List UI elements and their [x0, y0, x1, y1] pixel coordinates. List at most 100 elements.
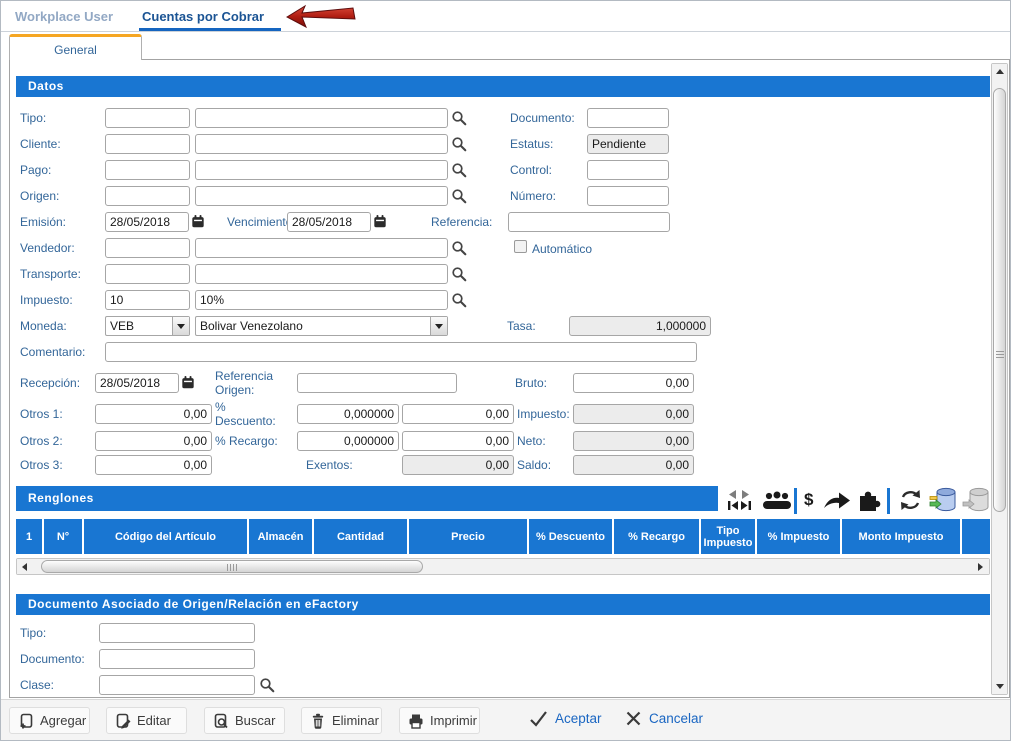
- grid-col-tipo-impuesto[interactable]: Tipo Impuesto: [701, 519, 755, 554]
- grid-col-numero[interactable]: N°: [44, 519, 82, 554]
- edit-document-icon: [115, 713, 131, 729]
- moneda-desc-select[interactable]: Bolivar Venezolano: [195, 316, 448, 336]
- neto-input: [573, 431, 694, 451]
- tipo-code-input[interactable]: [105, 108, 190, 128]
- emision-date-input[interactable]: [105, 212, 189, 232]
- grid-col-monto-impuesto[interactable]: Monto Impuesto: [842, 519, 960, 554]
- vendedor-label: Vendedor:: [20, 241, 75, 255]
- aceptar-button[interactable]: Aceptar: [529, 710, 602, 727]
- control-input[interactable]: [587, 160, 669, 180]
- pago-code-input[interactable]: [105, 160, 190, 180]
- vencimiento-calendar-icon[interactable]: [373, 214, 387, 229]
- tab-general[interactable]: General: [9, 34, 142, 60]
- hscroll-right-button[interactable]: [972, 559, 989, 574]
- section-header-asociado: Documento Asociado de Origen/Relación en…: [16, 594, 990, 615]
- estatus-input: [587, 134, 669, 154]
- vscroll-down-button[interactable]: [992, 678, 1007, 694]
- hscroll-thumb[interactable]: [41, 560, 423, 573]
- impuesto-search-icon[interactable]: [451, 292, 467, 308]
- tipo-desc-input[interactable]: [195, 108, 448, 128]
- tipo-search-icon[interactable]: [451, 110, 467, 126]
- impuesto-code-input[interactable]: [105, 290, 190, 310]
- transporte-desc-input[interactable]: [195, 264, 448, 284]
- grid-col-precio[interactable]: Precio: [409, 519, 527, 554]
- asociado-clase-search-icon[interactable]: [259, 677, 275, 693]
- grid-col-pct-impuesto[interactable]: % Impuesto: [757, 519, 840, 554]
- hscroll-left-button[interactable]: [17, 559, 34, 574]
- grid-nav-arrows-icon[interactable]: [724, 488, 756, 512]
- pago-desc-input[interactable]: [195, 160, 448, 180]
- moneda-desc-value: Bolivar Venezolano: [200, 319, 303, 333]
- grid-col-cantidad[interactable]: Cantidad: [314, 519, 407, 554]
- numero-input[interactable]: [587, 186, 669, 206]
- cliente-search-icon[interactable]: [451, 136, 467, 152]
- numero-label: Número:: [510, 189, 556, 203]
- transporte-code-input[interactable]: [105, 264, 190, 284]
- origen-code-input[interactable]: [105, 186, 190, 206]
- editar-button[interactable]: Editar: [106, 707, 187, 734]
- puzzle-icon[interactable]: [856, 488, 882, 512]
- asociado-documento-input[interactable]: [99, 649, 255, 669]
- referencia-input[interactable]: [508, 212, 670, 232]
- refresh-icon[interactable]: [898, 489, 923, 511]
- imprimir-button[interactable]: Imprimir: [399, 707, 480, 734]
- vscroll-thumb[interactable]: [993, 88, 1006, 512]
- grid-col-almacen[interactable]: Almacén: [249, 519, 312, 554]
- grid-col-codigo-articulo[interactable]: Código del Artículo: [84, 519, 247, 554]
- vendedor-search-icon[interactable]: [451, 240, 467, 256]
- dollar-icon[interactable]: $: [804, 490, 813, 510]
- comentario-input[interactable]: [105, 342, 697, 362]
- vscroll-up-button[interactable]: [992, 64, 1007, 80]
- tab-workplace-user[interactable]: Workplace User: [15, 9, 113, 24]
- section-header-renglones: Renglones: [16, 486, 718, 511]
- grid-horizontal-scrollbar[interactable]: [16, 558, 990, 575]
- origen-desc-input[interactable]: [195, 186, 448, 206]
- origen-search-icon[interactable]: [451, 188, 467, 204]
- moneda-desc-dropdown-icon[interactable]: [430, 317, 447, 335]
- otros1-input[interactable]: [95, 404, 212, 424]
- cliente-desc-input[interactable]: [195, 134, 448, 154]
- otros3-input[interactable]: [95, 455, 212, 475]
- pago-search-icon[interactable]: [451, 162, 467, 178]
- grid-col-pct-descuento[interactable]: % Descuento: [529, 519, 612, 554]
- agregar-button[interactable]: Agregar: [9, 707, 90, 734]
- automatico-checkbox[interactable]: [514, 240, 527, 253]
- moneda-code-select[interactable]: VEB: [105, 316, 190, 336]
- asociado-clase-input[interactable]: [99, 675, 255, 695]
- forward-arrow-icon[interactable]: [823, 491, 851, 510]
- form-panel: Datos Tipo: Cliente: Pago: Origen: Emisi…: [9, 59, 1010, 698]
- emision-calendar-icon[interactable]: [191, 214, 205, 229]
- cancelar-button[interactable]: Cancelar: [625, 710, 703, 727]
- vendedor-desc-input[interactable]: [195, 238, 448, 258]
- pct-recargo-input[interactable]: [297, 431, 399, 451]
- vencimiento-date-input[interactable]: [287, 212, 371, 232]
- pct-descuento-input[interactable]: [297, 404, 399, 424]
- monto-descuento-input[interactable]: [402, 404, 514, 424]
- grid-col-extra: [962, 519, 990, 554]
- bruto-input[interactable]: [573, 373, 694, 393]
- recepcion-label: Recepción:: [20, 376, 80, 390]
- buscar-button[interactable]: Buscar: [204, 707, 285, 734]
- panel-vertical-scrollbar[interactable]: [991, 63, 1008, 695]
- grid-header-row: 1 N° Código del Artículo Almacén Cantida…: [16, 519, 990, 554]
- eliminar-button[interactable]: Eliminar: [301, 707, 382, 734]
- referencia-origen-input[interactable]: [297, 373, 457, 393]
- impuesto-desc-input[interactable]: [195, 290, 448, 310]
- grid-col-pct-recargo[interactable]: % Recargo: [614, 519, 699, 554]
- tab-cuentas-por-cobrar[interactable]: Cuentas por Cobrar: [142, 9, 264, 24]
- recepcion-calendar-icon[interactable]: [181, 375, 195, 390]
- documento-input[interactable]: [587, 108, 669, 128]
- moneda-code-dropdown-icon[interactable]: [172, 317, 189, 335]
- otros3-label: Otros 3:: [20, 458, 63, 472]
- cliente-code-input[interactable]: [105, 134, 190, 154]
- transporte-search-icon[interactable]: [451, 266, 467, 282]
- database-export-icon[interactable]: [929, 487, 957, 513]
- people-icon[interactable]: [761, 490, 793, 511]
- saldo-label: Saldo:: [517, 458, 551, 472]
- vendedor-code-input[interactable]: [105, 238, 190, 258]
- asociado-tipo-input[interactable]: [99, 623, 255, 643]
- pago-label: Pago:: [20, 163, 51, 177]
- monto-recargo-input[interactable]: [402, 431, 514, 451]
- otros2-input[interactable]: [95, 431, 212, 451]
- recepcion-date-input[interactable]: [95, 373, 179, 393]
